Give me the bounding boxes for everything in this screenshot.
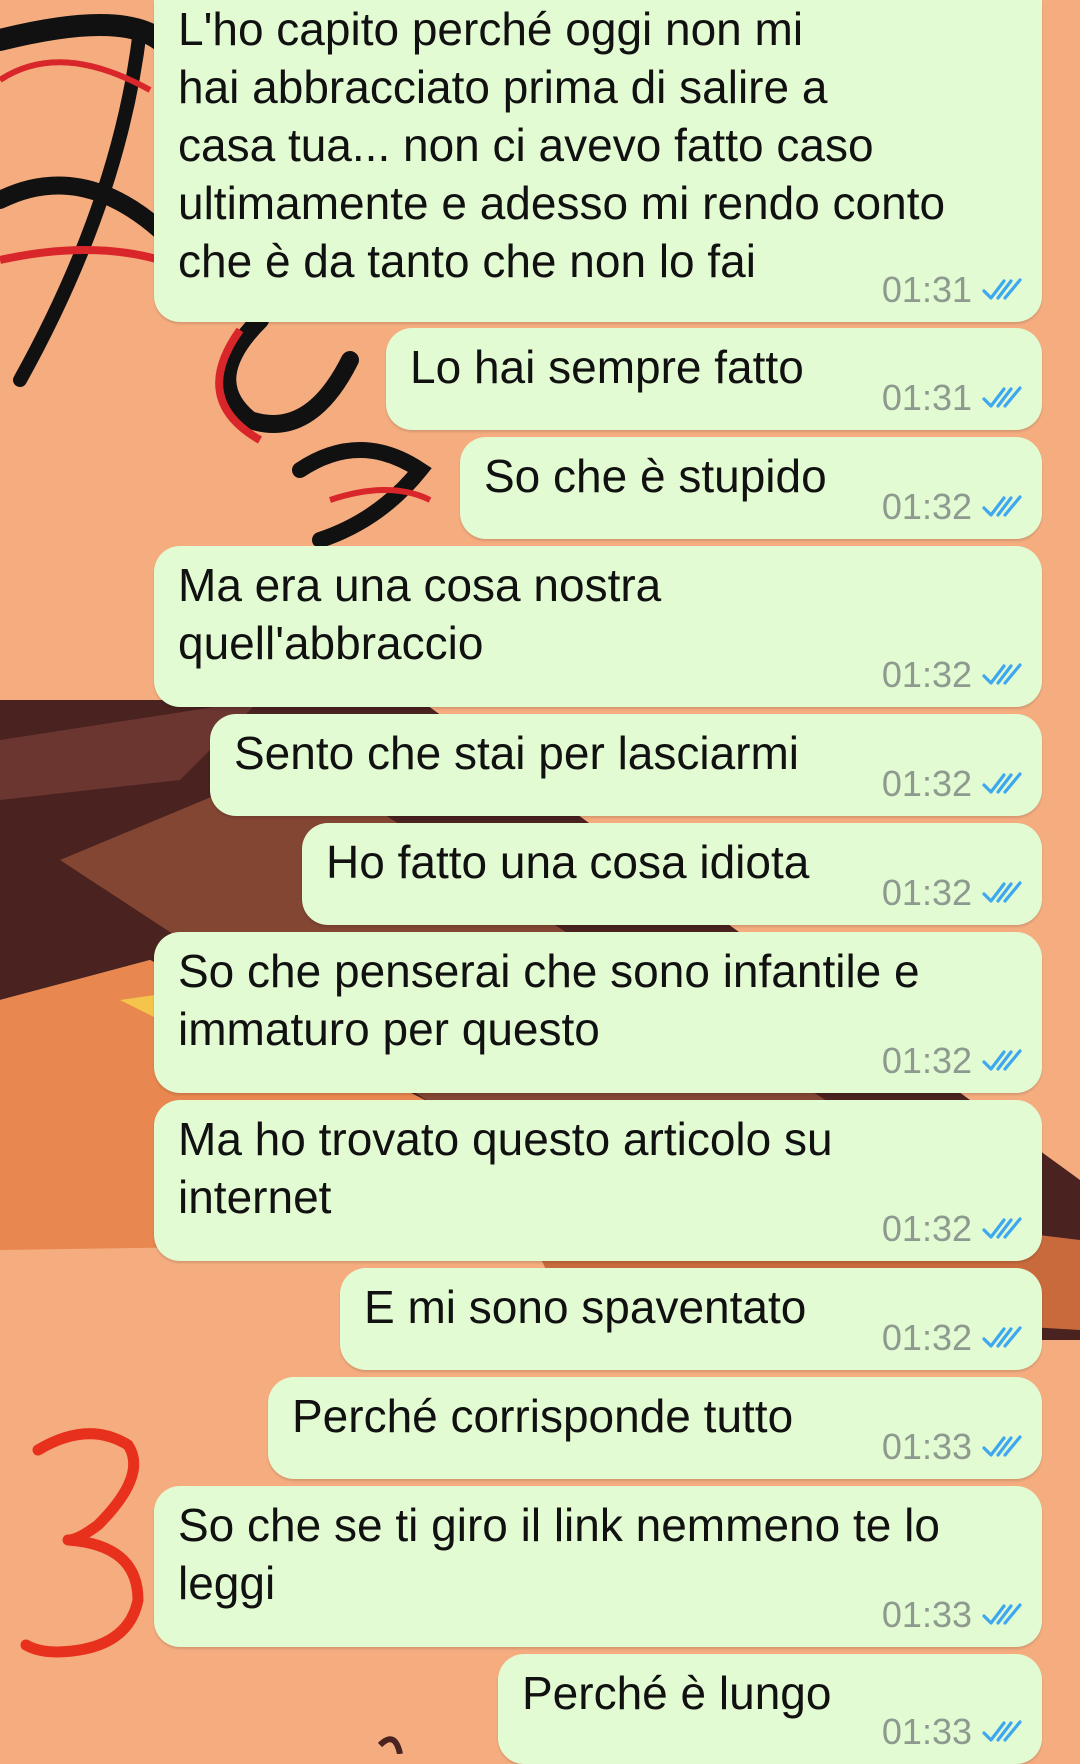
message-bubble[interactable]: Perché corrisponde tutto 01:33 bbox=[268, 1377, 1042, 1479]
message-meta: 01:33 bbox=[882, 1595, 1022, 1635]
read-double-tick-icon bbox=[982, 278, 1022, 300]
message-bubble[interactable]: E mi sono spaventato 01:32 bbox=[340, 1268, 1042, 1370]
message-meta: 01:31 bbox=[882, 270, 1022, 310]
message-bubble[interactable]: Sento che stai per lasciarmi 01:32 bbox=[210, 714, 1042, 816]
message-bubble[interactable]: So che se ti giro il link nemmeno te lo … bbox=[154, 1486, 1042, 1647]
message-time: 01:31 bbox=[881, 269, 972, 310]
read-double-tick-icon bbox=[982, 1217, 1022, 1239]
read-double-tick-icon bbox=[982, 1603, 1022, 1625]
read-double-tick-icon bbox=[982, 1435, 1022, 1457]
message-meta: 01:32 bbox=[882, 873, 1022, 913]
read-double-tick-icon bbox=[982, 1326, 1022, 1348]
read-double-tick-icon bbox=[982, 881, 1022, 903]
message-meta: 01:32 bbox=[882, 764, 1022, 804]
read-double-tick-icon bbox=[982, 1720, 1022, 1742]
message-meta: 01:33 bbox=[882, 1427, 1022, 1467]
message-bubble[interactable]: Ho fatto una cosa idiota 01:32 bbox=[302, 823, 1042, 925]
message-bubble[interactable]: So che penserai che sono infantile e imm… bbox=[154, 932, 1042, 1093]
message-time: 01:32 bbox=[881, 1208, 972, 1249]
message-meta: 01:33 bbox=[882, 1712, 1022, 1752]
message-time: 01:32 bbox=[881, 872, 972, 913]
message-text: L'ho capito perché oggi non mi hai abbra… bbox=[178, 3, 946, 287]
message-meta: 01:32 bbox=[882, 1041, 1022, 1081]
read-double-tick-icon bbox=[982, 772, 1022, 794]
message-bubble[interactable]: Perché è lungo 01:33 bbox=[498, 1654, 1042, 1764]
message-time: 01:32 bbox=[881, 1040, 972, 1081]
message-time: 01:32 bbox=[881, 763, 972, 804]
message-bubble[interactable]: Ma era una cosa nostra quell'abbraccio 0… bbox=[154, 546, 1042, 707]
message-time: 01:31 bbox=[881, 377, 972, 418]
message-time: 01:33 bbox=[881, 1426, 972, 1467]
read-double-tick-icon bbox=[982, 663, 1022, 685]
message-bubble[interactable]: L'ho capito perché oggi non mi hai abbra… bbox=[154, 0, 1042, 322]
message-time: 01:33 bbox=[881, 1594, 972, 1635]
read-double-tick-icon bbox=[982, 1049, 1022, 1071]
message-meta: 01:32 bbox=[882, 1209, 1022, 1249]
message-time: 01:33 bbox=[881, 1711, 972, 1752]
message-time: 01:32 bbox=[881, 654, 972, 695]
chat-message-list[interactable]: L'ho capito perché oggi non mi hai abbra… bbox=[0, 0, 1080, 1764]
message-meta: 01:31 bbox=[882, 378, 1022, 418]
message-time: 01:32 bbox=[881, 486, 972, 527]
read-double-tick-icon bbox=[982, 386, 1022, 408]
message-meta: 01:32 bbox=[882, 1318, 1022, 1358]
message-bubble[interactable]: Ma ho trovato questo articolo su interne… bbox=[154, 1100, 1042, 1261]
message-meta: 01:32 bbox=[882, 655, 1022, 695]
message-meta: 01:32 bbox=[882, 487, 1022, 527]
message-bubble[interactable]: So che è stupido 01:32 bbox=[460, 437, 1042, 539]
message-bubble[interactable]: Lo hai sempre fatto 01:31 bbox=[386, 328, 1042, 430]
read-double-tick-icon bbox=[982, 495, 1022, 517]
message-time: 01:32 bbox=[881, 1317, 972, 1358]
